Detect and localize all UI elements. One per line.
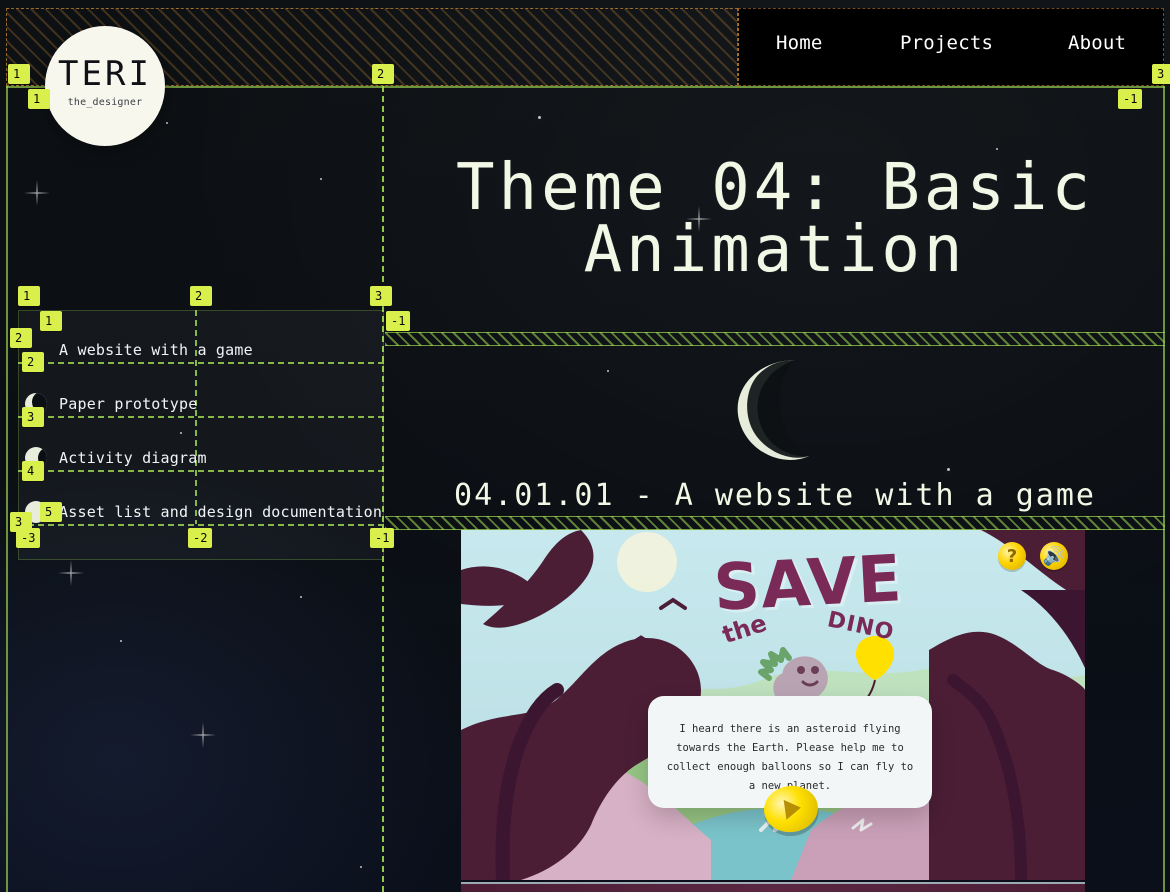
- grid-badge: -1: [370, 528, 395, 548]
- grid-badge: 2: [372, 64, 394, 84]
- star: [996, 148, 998, 150]
- subnav-item-label: Activity diagram: [59, 449, 207, 467]
- logo-sub-text: the_designer: [67, 96, 143, 108]
- play-icon: [783, 797, 803, 820]
- grid-badge: 1: [8, 64, 30, 84]
- subnav-item-label: Paper prototype: [59, 395, 198, 413]
- subnav-item[interactable]: Activity diagram: [19, 431, 385, 485]
- star: [166, 122, 168, 124]
- subnav-item[interactable]: A website with a game: [19, 323, 385, 377]
- top-bar: Home Projects About: [0, 0, 1170, 88]
- grid-badge: -2: [188, 528, 213, 548]
- project-subnav: A website with a game Paper prototype Ac…: [18, 310, 384, 560]
- grid-badge: 1: [40, 311, 62, 331]
- grid-badge: 5: [40, 502, 62, 522]
- grid-badge: -1: [386, 311, 411, 331]
- grid-badge: 2: [22, 352, 44, 372]
- nav-about[interactable]: About: [1068, 32, 1126, 54]
- site-logo[interactable]: TERI the_designer: [45, 26, 165, 146]
- nav-home[interactable]: Home: [776, 32, 823, 54]
- star: [607, 370, 609, 372]
- grid-badge: 3: [370, 286, 392, 306]
- page: Home Projects About TERI the_designer 1 …: [0, 0, 1170, 892]
- grid-gap-band: [385, 516, 1165, 530]
- subnav-item-label: A website with a game: [59, 341, 253, 359]
- grid-badge: 3: [22, 407, 44, 427]
- star: [538, 116, 541, 119]
- sparkle-star: [190, 722, 216, 748]
- page-title: Theme 04: Basic Animation: [456, 151, 1094, 287]
- logo-main-text: TERI: [58, 53, 152, 94]
- moon-icon: [737, 360, 809, 460]
- grid-badge: 3: [1152, 64, 1170, 84]
- grid-badge: 2: [10, 328, 32, 348]
- game-title: SAVE: [712, 542, 905, 626]
- game-bottom-strip: [461, 882, 1085, 892]
- section-heading: 04.01.01 - A website with a game: [454, 478, 1096, 513]
- grid-badge: 1: [18, 286, 40, 306]
- subnav-item[interactable]: Paper prototype: [19, 377, 385, 431]
- nav-projects[interactable]: Projects: [900, 32, 993, 54]
- grid-badge: -1: [1118, 89, 1143, 109]
- subnav-item-label: Asset list and design documentation: [59, 503, 383, 521]
- grid-badge: -3: [16, 528, 41, 548]
- grid-badge: 4: [22, 461, 44, 481]
- star: [947, 468, 950, 471]
- grid-line: [6, 86, 8, 892]
- grid-badge: 1: [28, 89, 50, 109]
- star: [120, 640, 122, 642]
- star: [300, 596, 302, 598]
- sparkle-star: [24, 180, 50, 206]
- grid-badge: 2: [190, 286, 212, 306]
- star: [360, 866, 362, 868]
- help-icon[interactable]: ?: [998, 542, 1026, 570]
- grid-line: [6, 86, 1165, 88]
- game-top-icons: ? 🔊: [998, 542, 1068, 570]
- star: [320, 178, 322, 180]
- sound-icon[interactable]: 🔊: [1040, 542, 1068, 570]
- grid-gap-band: [385, 332, 1165, 346]
- sparkle-star: [58, 560, 84, 586]
